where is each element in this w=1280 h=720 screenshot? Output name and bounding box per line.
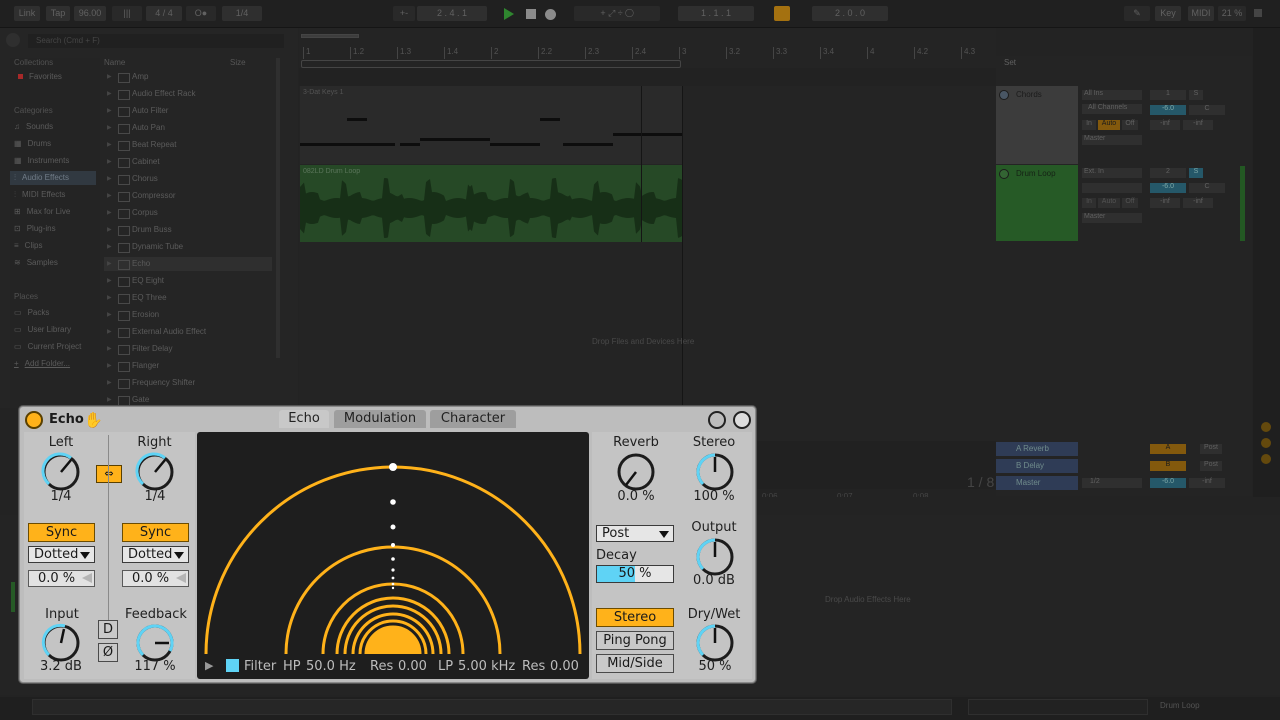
decay-slider[interactable]: 50 % — [596, 565, 674, 583]
tab-character[interactable]: Character — [430, 410, 516, 428]
device-power-button[interactable] — [25, 411, 43, 429]
stereo-label: Stereo — [692, 435, 736, 450]
device-title: Echo — [49, 412, 84, 427]
feedback-label: Feedback — [125, 607, 187, 622]
echo-dot — [391, 582, 395, 586]
right-label: Right — [137, 435, 172, 450]
lp-value[interactable]: 5.00 kHz — [458, 659, 515, 674]
hand-icon[interactable]: ✋ — [84, 411, 103, 429]
right-offset-value: 0.0 % — [132, 571, 170, 586]
source-core — [365, 626, 421, 654]
hp-label: HP — [283, 659, 301, 674]
decay-label: Decay — [596, 548, 637, 563]
divider — [108, 435, 109, 625]
feedback-knob[interactable] — [135, 623, 175, 663]
output-knob[interactable] — [695, 537, 735, 577]
phase-invert-button[interactable]: Ø — [98, 643, 118, 662]
left-time-knob[interactable] — [41, 452, 81, 492]
stereo-knob[interactable] — [695, 452, 735, 492]
dry-wet-value: 50 % — [698, 659, 732, 674]
dry-wet-label: Dry/Wet — [687, 607, 741, 622]
left-label: Left — [48, 435, 74, 450]
hp-value[interactable]: 50.0 Hz — [306, 659, 356, 674]
input-value: 3.2 dB — [40, 659, 82, 674]
reverb-position-dropdown[interactable]: Post — [596, 525, 674, 542]
offset-arrow-icon — [176, 573, 186, 583]
echo-tunnel-display[interactable]: ▶ Filter HP 50.0 Hz Res 0.00 LP 5.00 kHz… — [197, 432, 589, 679]
filter-toggle[interactable] — [226, 659, 239, 672]
echo-device: Echo ✋ Echo Modulation Character Left Ri… — [19, 406, 756, 683]
echo-dot — [390, 499, 396, 505]
offset-arrow-icon — [82, 573, 92, 583]
mode-stereo-button[interactable]: Stereo — [596, 608, 674, 627]
mode-mid-side-button[interactable]: Mid/Side — [596, 654, 674, 673]
echo-dot — [391, 543, 395, 547]
play-icon[interactable]: ▶ — [205, 659, 213, 672]
reverb-knob[interactable] — [616, 452, 656, 492]
d-button[interactable]: D — [98, 620, 118, 639]
right-mode-dropdown[interactable]: Dotted — [122, 546, 189, 563]
hot-swap-icon[interactable] — [708, 411, 726, 429]
stereo-value: 100 % — [693, 489, 735, 504]
lp-res-value[interactable]: 0.00 — [550, 659, 579, 674]
left-time-value: 1/4 — [50, 489, 72, 504]
feedback-value: 117 % — [134, 659, 176, 674]
echo-dot — [391, 586, 395, 590]
echo-dot — [390, 524, 396, 530]
reverb-label: Reverb — [613, 435, 659, 450]
lp-res-label: Res — [522, 659, 546, 674]
link-icon[interactable]: ⇔ — [96, 465, 122, 483]
output-value: 0.0 dB — [693, 573, 735, 588]
right-time-knob[interactable] — [135, 452, 175, 492]
decay-value: 50 % — [618, 566, 652, 581]
right-time-value: 1/4 — [144, 489, 166, 504]
left-offset-value: 0.0 % — [38, 571, 76, 586]
hp-res-label: Res — [370, 659, 394, 674]
lp-label: LP — [438, 659, 454, 674]
reverb-value: 0.0 % — [617, 489, 655, 504]
filter-label: Filter — [244, 659, 277, 674]
left-mode-dropdown[interactable]: Dotted — [28, 546, 95, 563]
left-sync-button[interactable]: Sync — [28, 523, 95, 542]
right-sync-button[interactable]: Sync — [122, 523, 189, 542]
input-label: Input — [45, 607, 79, 622]
tab-modulation[interactable]: Modulation — [334, 410, 426, 428]
dry-wet-knob[interactable] — [695, 623, 735, 663]
output-label: Output — [691, 520, 737, 535]
echo-dot — [391, 568, 395, 572]
echo-dot — [391, 557, 395, 561]
save-preset-icon[interactable] — [733, 411, 751, 429]
left-offset-field[interactable]: 0.0 % — [28, 570, 95, 587]
echo-dot — [389, 463, 397, 471]
input-knob[interactable] — [41, 623, 81, 663]
tunnel-visualization — [204, 463, 582, 655]
mode-ping-pong-button[interactable]: Ping Pong — [596, 631, 674, 650]
echo-dot — [391, 576, 395, 580]
right-offset-field[interactable]: 0.0 % — [122, 570, 189, 587]
hp-res-value[interactable]: 0.00 — [398, 659, 427, 674]
tab-echo[interactable]: Echo — [279, 410, 329, 428]
